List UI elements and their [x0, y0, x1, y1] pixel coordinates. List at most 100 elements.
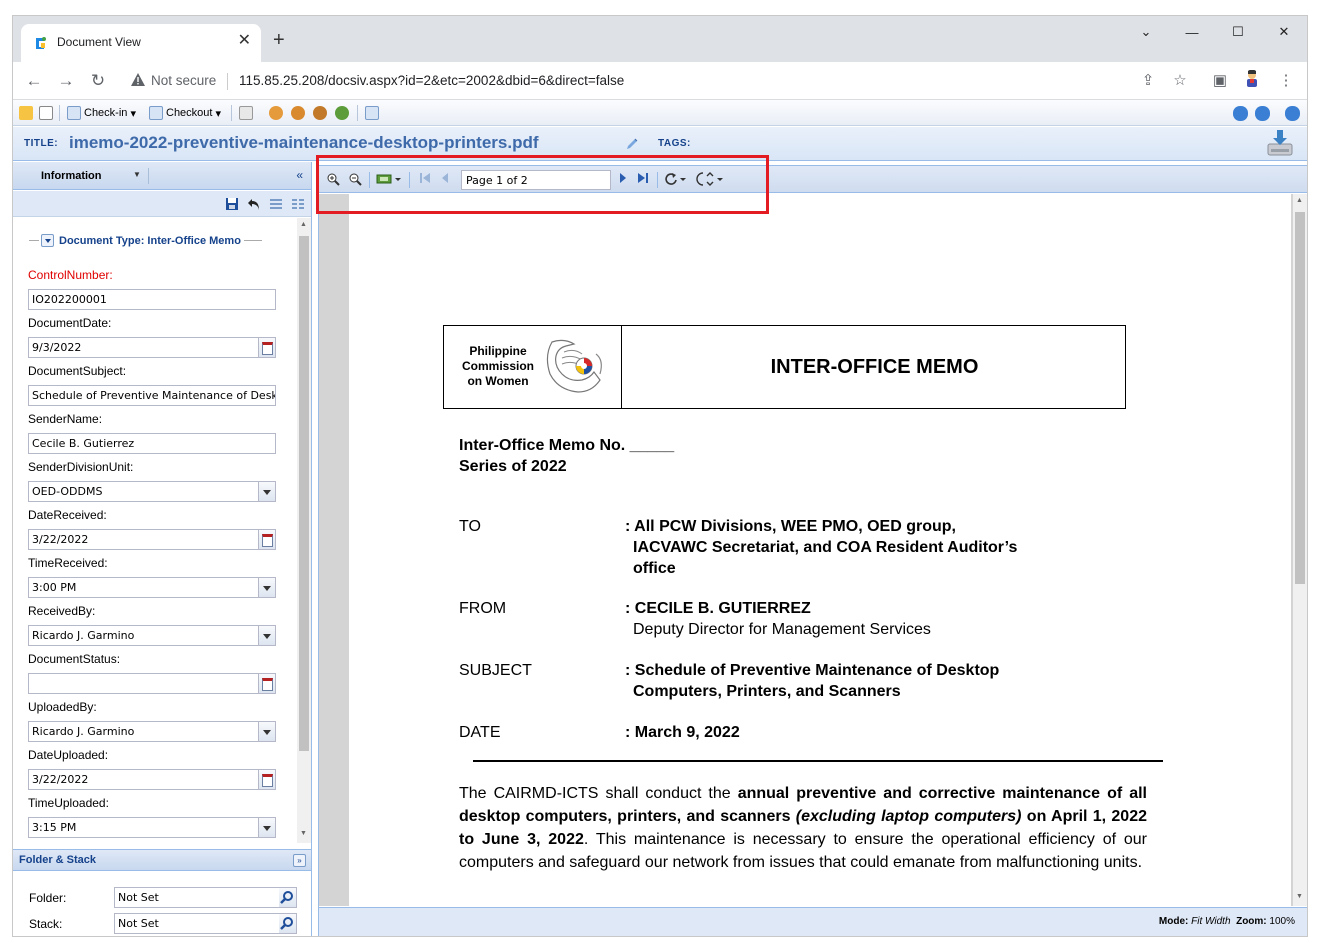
sender-division-label: SenderDivisionUnit:	[28, 460, 134, 474]
nav-forward-circle-icon[interactable]	[1255, 104, 1273, 122]
stack-input[interactable]: Not Set	[114, 913, 280, 934]
time-uploaded-dropdown-icon[interactable]	[259, 817, 276, 838]
received-by-dropdown-icon[interactable]	[259, 625, 276, 646]
undo-icon[interactable]	[247, 197, 261, 211]
minimize-icon[interactable]: —	[1169, 16, 1215, 48]
document-title: imemo-2022-preventive-maintenance-deskto…	[69, 133, 539, 152]
viewer-scroll-up-icon[interactable]: ▲	[1296, 197, 1303, 204]
tags-label: TAGS:	[658, 138, 691, 149]
url-text[interactable]: 115.85.25.208/docsiv.aspx?id=2&etc=2002&…	[239, 73, 624, 88]
download-icon[interactable]	[1265, 128, 1295, 158]
stack-search-icon[interactable]	[279, 913, 297, 934]
close-doc-icon[interactable]	[39, 104, 56, 122]
checkout-label: Checkout	[166, 107, 213, 119]
help-icon[interactable]	[1285, 104, 1303, 122]
user-route-icon[interactable]	[291, 104, 308, 122]
document-status-input[interactable]	[28, 673, 259, 694]
time-received-select[interactable]: 3:00 PM	[28, 577, 259, 598]
time-uploaded-label: TimeUploaded:	[28, 796, 109, 810]
page-canvas[interactable]: Philippine Commission on Women INTER-OFF…	[319, 194, 1293, 906]
to-line-3: office	[633, 560, 676, 577]
email-icon[interactable]	[239, 104, 256, 122]
new-tab-icon[interactable]: +	[273, 30, 285, 50]
date-received-calendar-icon[interactable]	[259, 529, 276, 550]
memo-divider	[473, 760, 1163, 762]
browser-menu-icon[interactable]: ⋮	[1275, 70, 1297, 92]
viewer-scrollbar[interactable]: ▲ ▼	[1293, 194, 1307, 906]
checkout-button[interactable]: Checkout ▾	[149, 104, 221, 122]
document-date-calendar-icon[interactable]	[259, 337, 276, 358]
edit-pencil-icon[interactable]	[625, 137, 639, 151]
viewer-status-bar: Mode: Fit Width Zoom: 100%	[319, 907, 1307, 936]
date-uploaded-input[interactable]: 3/22/2022	[28, 769, 259, 790]
time-received-label: TimeReceived:	[28, 556, 108, 570]
control-number-label: ControlNumber:	[28, 268, 113, 282]
metadata-scroll-thumb[interactable]	[299, 236, 309, 751]
export-icon[interactable]	[365, 104, 382, 122]
date-uploaded-calendar-icon[interactable]	[259, 769, 276, 790]
bookmark-star-icon[interactable]: ☆	[1169, 70, 1191, 92]
scroll-down-icon[interactable]: ▼	[300, 830, 307, 837]
app-favicon-icon	[36, 37, 46, 49]
profile-avatar-icon[interactable]	[1241, 69, 1263, 92]
save-icon[interactable]	[225, 197, 239, 211]
tab-search-chevron-icon[interactable]: ⌄	[1123, 16, 1169, 48]
subject-label: SUBJECT	[459, 662, 532, 679]
sender-division-select[interactable]: OED-ODDMS	[28, 481, 259, 502]
reload-icon[interactable]: ↻	[87, 70, 109, 92]
document-subject-input[interactable]: Schedule of Preventive Maintenance of De…	[28, 385, 276, 406]
close-window-icon[interactable]: ✕	[1261, 16, 1307, 48]
tab-title: Document View	[57, 35, 141, 49]
viewer-scroll-down-icon[interactable]: ▼	[1296, 893, 1303, 900]
viewer-scroll-thumb[interactable]	[1295, 212, 1305, 584]
url-omnibox[interactable]: Not secure 115.85.25.208/docsiv.aspx?id=…	[121, 67, 1191, 95]
uploaded-by-dropdown-icon[interactable]	[259, 721, 276, 742]
uploaded-by-select[interactable]: Ricardo J. Garmino	[28, 721, 259, 742]
warning-triangle-icon	[131, 73, 145, 86]
date-value: : March 9, 2022	[625, 724, 740, 741]
stack-label: Stack:	[29, 917, 63, 931]
back-arrow-icon[interactable]: ←	[23, 70, 45, 92]
folder-label: Folder:	[29, 891, 67, 905]
to-label: TO	[459, 518, 481, 535]
tab-close-icon[interactable]: ✕	[238, 33, 251, 49]
folder-stack-toggle-icon[interactable]: »	[293, 854, 306, 867]
share-icon[interactable]: ⇪	[1137, 70, 1159, 92]
document-date-label: DocumentDate:	[28, 316, 112, 330]
tab-bar: Document View ✕ + ⌄ — ☐ ✕	[13, 16, 1307, 62]
mode-label: Mode:	[1158, 916, 1189, 927]
metadata-scrollbar[interactable]: ▲ ▼	[297, 218, 311, 843]
document-date-input[interactable]: 9/3/2022	[28, 337, 259, 358]
received-by-select[interactable]: Ricardo J. Garmino	[28, 625, 259, 646]
control-number-input[interactable]: IO202200001	[28, 289, 276, 310]
maximize-icon[interactable]: ☐	[1215, 16, 1261, 48]
checkin-button[interactable]: Check-in ▾	[67, 104, 136, 122]
information-tab[interactable]: Information	[41, 170, 102, 182]
para-plain-1: The CAIRMD-ICTS shall conduct the	[459, 785, 738, 802]
date-received-input[interactable]: 3/22/2022	[28, 529, 259, 550]
forward-arrow-icon[interactable]: →	[55, 70, 77, 92]
user-share-icon[interactable]	[269, 104, 286, 122]
nav-back-circle-icon[interactable]	[1233, 104, 1251, 122]
browser-tab[interactable]: Document View ✕	[21, 24, 261, 62]
time-received-dropdown-icon[interactable]	[259, 577, 276, 598]
user-group-icon[interactable]	[313, 104, 330, 122]
open-doc-icon[interactable]	[19, 104, 36, 122]
time-uploaded-select[interactable]: 3:15 PM	[28, 817, 259, 838]
folder-input[interactable]: Not Set	[114, 887, 280, 908]
document-type-toggle-icon[interactable]	[41, 234, 54, 247]
user-permission-icon[interactable]	[335, 104, 352, 122]
security-indicator[interactable]: Not secure	[131, 73, 216, 88]
folder-search-icon[interactable]	[279, 887, 297, 908]
sender-name-input[interactable]: Cecile B. Gutierrez	[28, 433, 276, 454]
list-view-icon[interactable]	[269, 197, 283, 211]
collapse-panel-icon[interactable]: «	[296, 168, 303, 182]
subject-line-2: Computers, Printers, and Scanners	[633, 683, 901, 700]
grid-view-icon[interactable]	[291, 197, 305, 211]
side-panel-icon[interactable]: ▣	[1209, 70, 1231, 92]
sender-division-dropdown-icon[interactable]	[259, 481, 276, 502]
folder-stack-header[interactable]: Folder & Stack »	[13, 849, 311, 871]
information-dropdown-icon[interactable]: ▼	[133, 170, 141, 179]
scroll-up-icon[interactable]: ▲	[300, 221, 307, 228]
document-status-picker-icon[interactable]	[259, 673, 276, 694]
